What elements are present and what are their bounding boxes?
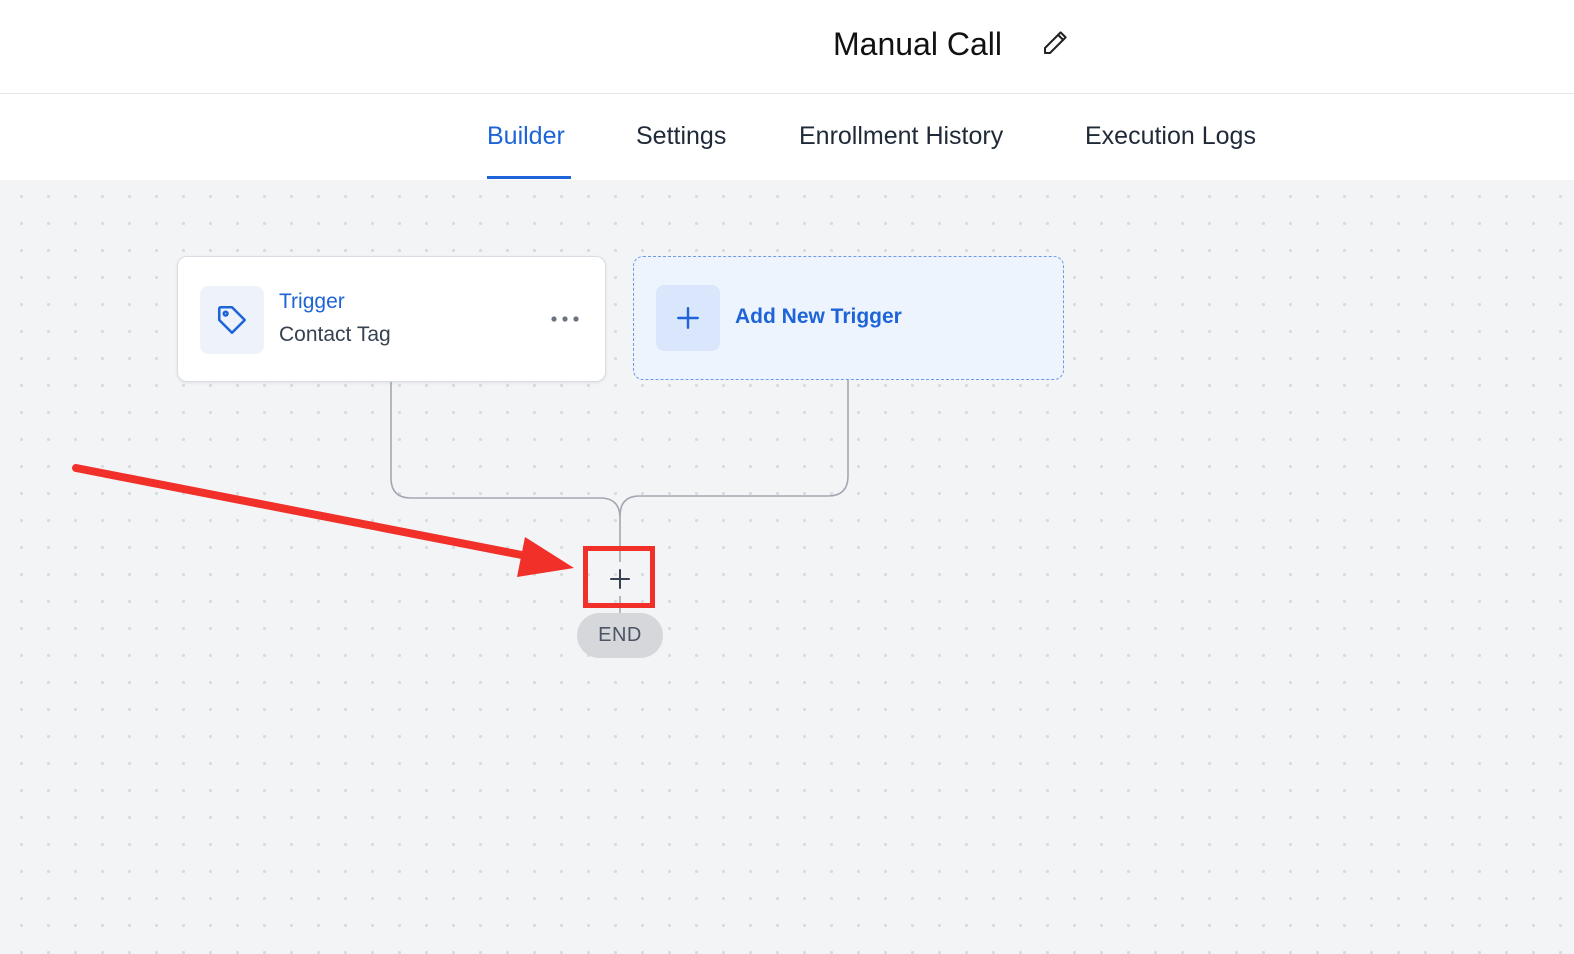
tab-execution-logs[interactable]: Execution Logs [1085,120,1256,152]
more-horizontal-icon[interactable] [548,307,582,331]
add-new-trigger-button[interactable]: Add New Trigger [633,256,1064,380]
active-tab-indicator [487,176,571,179]
trigger-card[interactable]: Trigger Contact Tag [177,256,606,382]
pencil-icon[interactable] [1040,28,1070,58]
tag-icon [200,286,264,354]
annotation-highlight-box [583,546,655,608]
plus-icon [656,285,720,351]
add-new-trigger-label: Add New Trigger [735,305,902,328]
tab-settings[interactable]: Settings [636,120,726,152]
tab-bar: Builder Settings Enrollment History Exec… [0,94,1574,180]
end-node: END [577,613,663,658]
tab-enrollment-history[interactable]: Enrollment History [799,120,1003,152]
trigger-type: Contact Tag [279,323,391,346]
top-bar: Manual Call [0,0,1574,94]
tab-builder[interactable]: Builder [487,120,565,152]
trigger-label: Trigger [279,290,345,313]
workflow-title: Manual Call [833,26,1002,62]
